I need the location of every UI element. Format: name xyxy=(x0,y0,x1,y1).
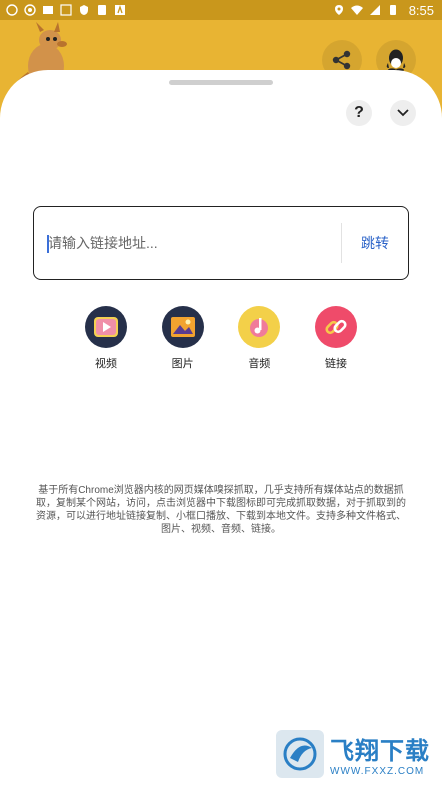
app-icon xyxy=(43,6,53,14)
category-link[interactable]: 链接 xyxy=(306,306,366,371)
main-sheet: ? 跳转 视频 xyxy=(0,70,442,786)
sd-card-icon xyxy=(98,5,106,15)
url-input[interactable] xyxy=(34,206,341,280)
category-audio-label: 音频 xyxy=(248,358,271,370)
watermark-title: 飞翔下载 xyxy=(330,738,430,765)
category-image-label: 图片 xyxy=(171,358,194,370)
android-icon xyxy=(6,4,18,16)
category-row: 视频 图片 音频 链接 xyxy=(76,306,366,371)
shield-icon xyxy=(80,5,88,15)
location-icon xyxy=(334,5,343,15)
status-bar: 8:55 xyxy=(0,0,442,20)
collapse-button[interactable] xyxy=(390,100,416,126)
video-icon xyxy=(85,306,127,348)
description-text: 基于所有Chrome浏览器内核的网页媒体嗅探抓取，几乎支持所有媒体站点的数据抓取… xyxy=(36,485,406,535)
category-link-label: 链接 xyxy=(324,358,347,370)
category-audio[interactable]: 音频 xyxy=(229,306,289,371)
chevron-down-icon xyxy=(397,109,409,117)
sheet-drag-handle[interactable] xyxy=(169,80,273,85)
watermark-logo-icon xyxy=(276,730,324,778)
wifi-icon xyxy=(350,5,363,15)
site-watermark: 飞翔下载 WWW.FXXZ.COM xyxy=(276,726,436,782)
category-video-label: 视频 xyxy=(95,358,117,370)
status-bar-right: 8:55 xyxy=(333,3,434,18)
watermark-text: 飞翔下载 WWW.FXXZ.COM xyxy=(330,731,430,777)
text-cursor xyxy=(47,235,49,253)
help-button[interactable]: ? xyxy=(346,100,372,126)
status-time: 8:55 xyxy=(408,2,434,18)
category-video[interactable]: 视频 xyxy=(76,306,136,371)
url-input-box: 跳转 xyxy=(33,206,409,280)
battery-icon xyxy=(389,5,396,15)
app-icon xyxy=(115,4,125,15)
link-icon xyxy=(314,306,357,348)
image-icon xyxy=(161,306,204,348)
category-image[interactable]: 图片 xyxy=(153,306,213,371)
audio-icon xyxy=(238,306,281,348)
share-icon xyxy=(332,50,351,70)
app-icon xyxy=(60,4,72,16)
android-icon xyxy=(24,4,36,16)
watermark-url: WWW.FXXZ.COM xyxy=(330,766,425,777)
go-button[interactable]: 跳转 xyxy=(342,233,408,253)
qq-penguin-icon xyxy=(386,49,406,72)
signal-icon xyxy=(369,5,380,15)
status-bar-left xyxy=(6,4,126,16)
